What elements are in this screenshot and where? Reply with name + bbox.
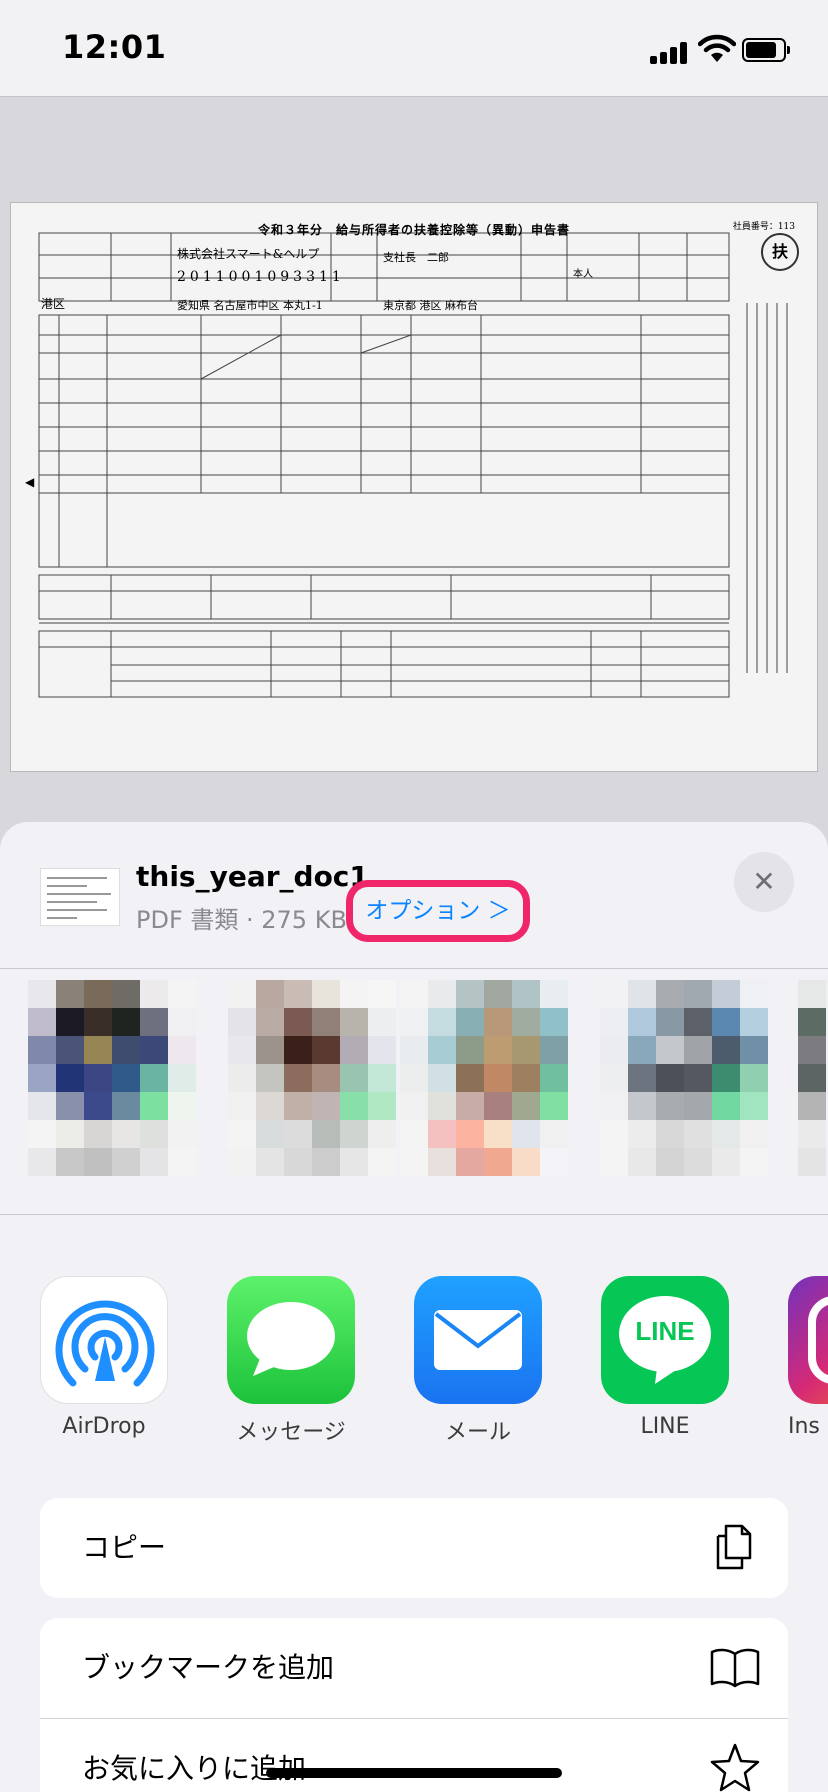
file-thumbnail (40, 868, 120, 926)
contact-suggestion[interactable] (228, 980, 396, 1176)
app-mail[interactable]: メール (414, 1276, 542, 1445)
contact-suggestion[interactable] (400, 980, 568, 1176)
close-button[interactable]: ✕ (734, 852, 794, 912)
home-indicator[interactable] (266, 1768, 562, 1778)
document-employee-number: 社員番号：113 (732, 222, 795, 232)
document-company: 株式会社スマート&ヘルプ (177, 247, 320, 261)
document-city: 東京都 港区 麻布台 (383, 299, 478, 312)
app-label: メッセージ (236, 1420, 346, 1445)
action-group-copy: コピー (40, 1498, 788, 1598)
share-app-row: AirDrop メッセージ メール LINE LINE Ins (0, 1276, 828, 1445)
close-icon: ✕ (752, 865, 776, 898)
app-instagram[interactable]: Ins (788, 1276, 828, 1439)
contact-suggestion[interactable] (798, 980, 828, 1176)
share-sheet-header: this_year_doc1 PDF 書類 · 275 KB オプション ＞ ✕ (0, 822, 828, 969)
action-label: コピー (82, 1531, 167, 1564)
line-icon-text: LINE (635, 1316, 695, 1346)
document-preview[interactable]: 令和３年分 給与所得者の扶養控除等（異動）申告書 社員番号：113 扶 株式会社… (10, 202, 818, 772)
share-sheet: this_year_doc1 PDF 書類 · 275 KB オプション ＞ ✕ (0, 822, 828, 1792)
add-bookmark-action[interactable]: ブックマークを追加 (40, 1618, 788, 1719)
file-meta: PDF 書類 · 275 KB (136, 906, 347, 934)
star-icon (710, 1743, 760, 1792)
add-favorite-action[interactable]: お気に入りに追加 (40, 1719, 788, 1792)
document-name: 支社長 二郎 (383, 251, 449, 264)
wifi-icon (698, 34, 736, 62)
document-title: 令和３年分 給与所得者の扶養控除等（異動）申告書 (257, 223, 570, 237)
instagram-icon (788, 1276, 828, 1404)
contact-suggestions (0, 980, 828, 1215)
app-label: LINE (640, 1414, 690, 1439)
contact-suggestion[interactable] (600, 980, 768, 1176)
document-form-lines (38, 232, 788, 698)
status-time: 12:01 (62, 28, 167, 66)
copy-action[interactable]: コピー (40, 1498, 788, 1598)
app-messages[interactable]: メッセージ (227, 1276, 355, 1445)
copy-icon (716, 1524, 752, 1570)
status-bar: 12:01 (0, 0, 828, 97)
chevron-left-icon: ◀ (25, 475, 35, 489)
line-icon: LINE (601, 1276, 729, 1404)
cellular-signal-icon (650, 40, 694, 64)
document-seal: 扶 (761, 233, 799, 271)
app-line[interactable]: LINE LINE (601, 1276, 729, 1439)
airdrop-icon (40, 1276, 168, 1404)
action-label: ブックマークを追加 (82, 1651, 335, 1684)
app-airdrop[interactable]: AirDrop (40, 1276, 168, 1439)
action-group-bookmarks: ブックマークを追加 お気に入りに追加 (40, 1618, 788, 1792)
app-label: AirDrop (62, 1414, 146, 1439)
messages-icon (227, 1276, 355, 1404)
app-label: メール (444, 1420, 511, 1445)
contact-suggestion[interactable] (28, 980, 196, 1176)
document-ward: 港区 (41, 297, 66, 311)
app-label: Ins (788, 1414, 820, 1439)
battery-icon (742, 38, 790, 62)
book-icon (710, 1648, 760, 1688)
action-label: お気に入りに追加 (82, 1752, 307, 1785)
mail-icon (414, 1276, 542, 1404)
options-button[interactable]: オプション ＞ (346, 880, 530, 942)
document-address: 愛知県 名古屋市中区 本丸1-1 (177, 299, 323, 312)
document-relation: 本人 (573, 269, 593, 280)
file-name: this_year_doc1 (136, 860, 369, 893)
document-corp-number: 2011001093311 (177, 269, 345, 285)
